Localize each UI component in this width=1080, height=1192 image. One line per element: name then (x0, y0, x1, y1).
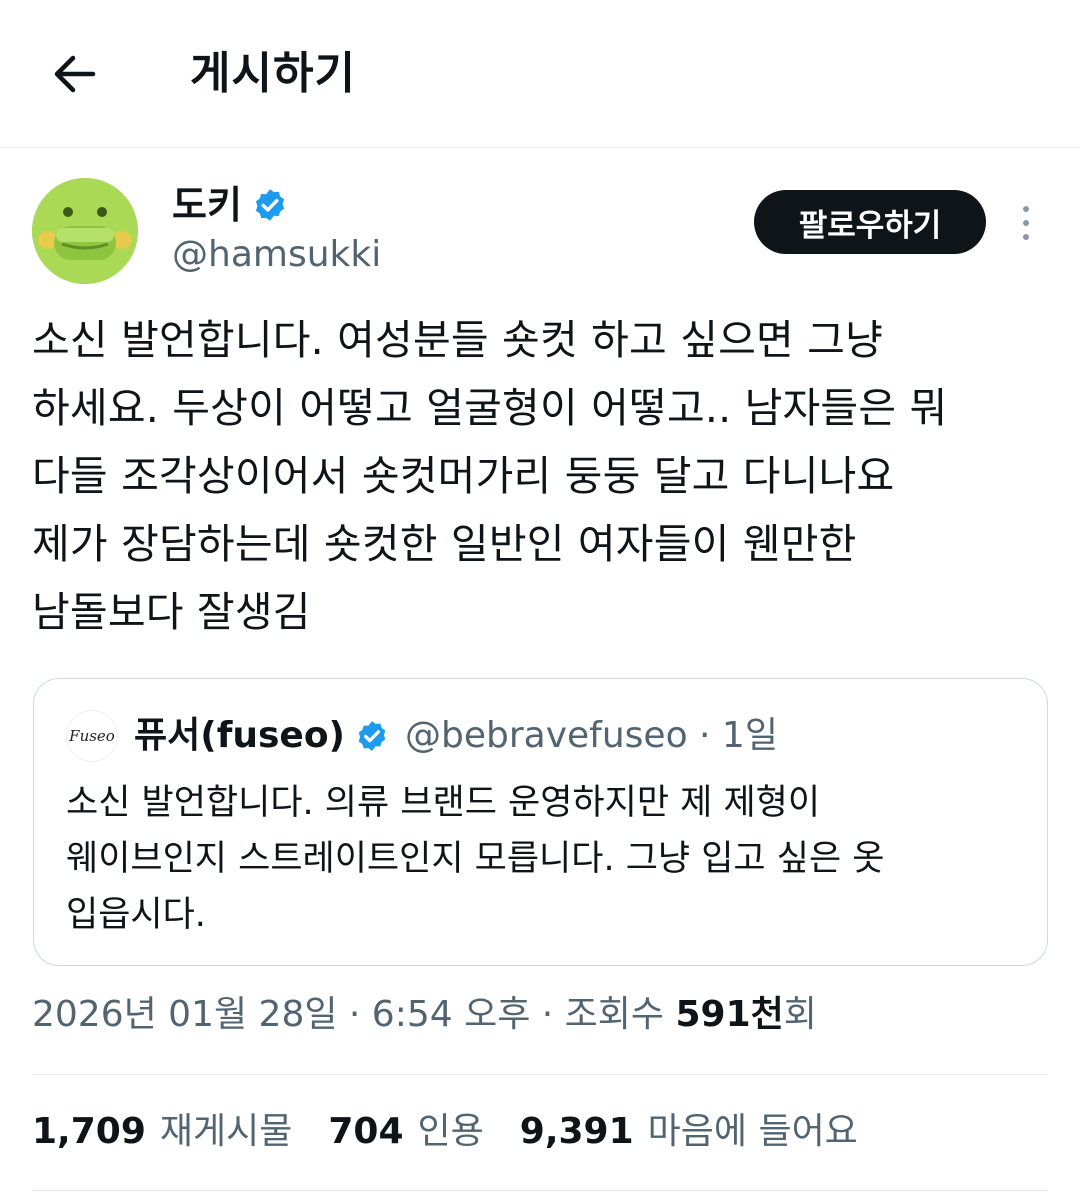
likes-count: 9,391 (519, 1111, 634, 1152)
quote-text: 소신 발언합니다. 의류 브랜드 운영하지만 제 제형이 웨이브인지 스트레이트… (66, 783, 885, 935)
follow-button[interactable]: 팔로우하기 (754, 190, 986, 254)
author-handle[interactable]: @hamsukki (172, 232, 381, 278)
author-row: 도키 @hamsukki 팔로우하기 (32, 178, 1052, 288)
tweet-text: 소신 발언합니다. 여성분들 숏컷 하고 싶으면 그냥 하세요. 두상이 어떻고… (32, 316, 948, 636)
author-name-row: 도키 (172, 182, 288, 228)
quote-header: Fuseo 퓨서(fuseo) @bebravefuseo · 1일 (66, 709, 778, 763)
likes-label: 마음에 들어요 (647, 1111, 858, 1152)
view-count-suffix: 회 (783, 994, 817, 1035)
engagement-stats: 1,709 재게시물 704 인용 9,391 마음에 들어요 (32, 1104, 894, 1160)
retweets-stat[interactable]: 1,709 재게시물 (32, 1104, 292, 1160)
page-title: 게시하기 (190, 48, 356, 99)
verified-badge-icon (255, 189, 285, 221)
more-vertical-icon (1023, 206, 1029, 212)
retweets-count: 1,709 (32, 1111, 146, 1152)
quotes-label: 인용 (417, 1111, 484, 1152)
divider (32, 1074, 1048, 1075)
quote-author-name[interactable]: 퓨서(fuseo) (134, 712, 345, 760)
quote-handle-time: @bebravefuseo · 1일 (405, 715, 778, 756)
more-options-button[interactable] (1008, 198, 1044, 248)
verified-badge-icon (358, 721, 386, 751)
retweets-label: 재게시물 (159, 1111, 293, 1152)
tweet-metadata: 2026년 01월 28일 · 6:54 오후 · 조회수 591천회 (32, 990, 817, 1040)
back-button[interactable] (44, 44, 104, 104)
arrow-left-icon (54, 55, 96, 93)
likes-stat[interactable]: 9,391 마음에 들어요 (520, 1104, 858, 1160)
tweet-timestamp[interactable]: 2026년 01월 28일 · 6:54 오후 · 조회수 (32, 994, 675, 1035)
quotes-stat[interactable]: 704 인용 (328, 1104, 483, 1160)
top-app-bar: 게시하기 (0, 0, 1080, 148)
frog-avatar-image (32, 178, 138, 284)
divider (32, 1190, 1048, 1191)
quoted-tweet-card[interactable]: Fuseo 퓨서(fuseo) @bebravefuseo · 1일 소신 발언… (33, 678, 1048, 966)
view-count: 591천 (675, 994, 784, 1035)
quote-avatar[interactable]: Fuseo (66, 710, 118, 762)
author-avatar[interactable] (32, 178, 138, 284)
quotes-count: 704 (328, 1111, 404, 1152)
author-display-name[interactable]: 도키 (172, 182, 242, 228)
